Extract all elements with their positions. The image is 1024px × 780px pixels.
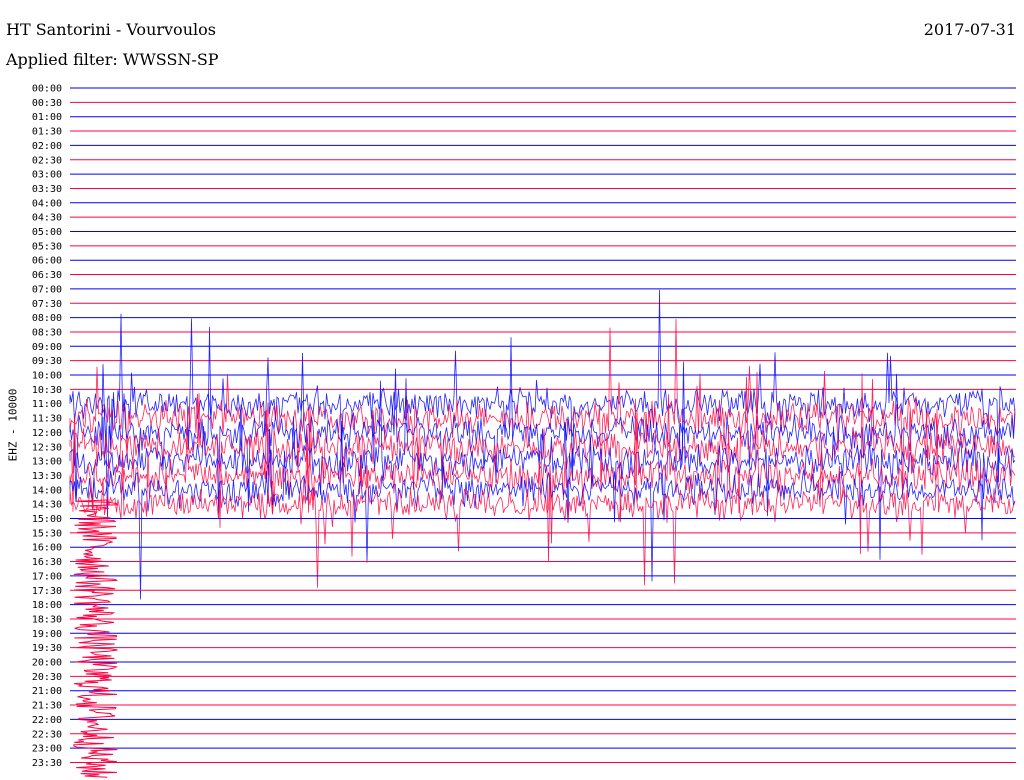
row-time-label: 16:00 (32, 543, 62, 554)
row-time-label: 08:30 (32, 327, 62, 338)
row-time-label: 02:30 (32, 155, 62, 166)
row-time-label: 20:00 (32, 658, 62, 669)
row-time-label: 07:30 (32, 299, 62, 310)
row-time-label: 10:30 (32, 385, 62, 396)
trace-burst (73, 499, 119, 778)
row-time-label: 07:00 (32, 284, 62, 295)
row-time-label: 05:30 (32, 241, 62, 252)
row-time-label: 11:00 (32, 399, 62, 410)
row-time-label: 06:30 (32, 270, 62, 281)
helicorder-plot: 00:00 00:30 01:00 01:30 02:00 02:30 03:00 03:30… (32, 84, 1016, 778)
row-time-label: 21:30 (32, 701, 62, 712)
row-time-label: 23:30 (32, 758, 62, 769)
trace-signal (69, 361, 1016, 560)
row-time-label: 09:30 (32, 356, 62, 367)
row-time-label: 17:30 (32, 586, 62, 597)
row-time-label: 12:00 (32, 428, 62, 439)
row-time-label: 13:30 (32, 471, 62, 482)
row-time-label: 03:00 (32, 170, 62, 181)
row-time-label: 04:00 (32, 198, 62, 209)
row-time-label: 19:00 (32, 629, 62, 640)
row-time-label: 05:00 (32, 227, 62, 238)
row-time-label: 14:30 (32, 500, 62, 511)
row-time-label: 16:30 (32, 557, 62, 568)
row-time-label: 22:00 (32, 715, 62, 726)
row-time-label: 08:00 (32, 313, 62, 324)
row-time-label: 20:30 (32, 672, 62, 683)
row-time-label: 01:30 (32, 127, 62, 138)
row-time-label: 22:30 (32, 729, 62, 740)
row-time-label: 13:00 (32, 457, 62, 468)
row-time-label: 11:30 (32, 414, 62, 425)
row-time-label: 00:00 (32, 84, 62, 95)
row-time-label: 17:00 (32, 571, 62, 582)
row-time-label: 04:30 (32, 213, 62, 224)
row-time-label: 21:00 (32, 686, 62, 697)
row-time-label: 01:00 (32, 112, 62, 123)
row-time-label: 09:00 (32, 342, 62, 353)
row-time-label: 19:30 (32, 643, 62, 654)
row-time-label: 00:30 (32, 98, 62, 109)
row-time-label: 18:00 (32, 600, 62, 611)
trace-signal (69, 420, 1016, 600)
row-time-label: 15:00 (32, 514, 62, 525)
row-time-label: 18:30 (32, 614, 62, 625)
row-time-label: 15:30 (32, 528, 62, 539)
row-time-label: 23:00 (32, 744, 62, 755)
row-time-label: 03:30 (32, 184, 62, 195)
row-time-label: 02:00 (32, 141, 62, 152)
row-time-label: 14:00 (32, 485, 62, 496)
row-time-label: 06:00 (32, 256, 62, 267)
row-time-label: 10:00 (32, 371, 62, 382)
row-time-label: 12:30 (32, 442, 62, 453)
